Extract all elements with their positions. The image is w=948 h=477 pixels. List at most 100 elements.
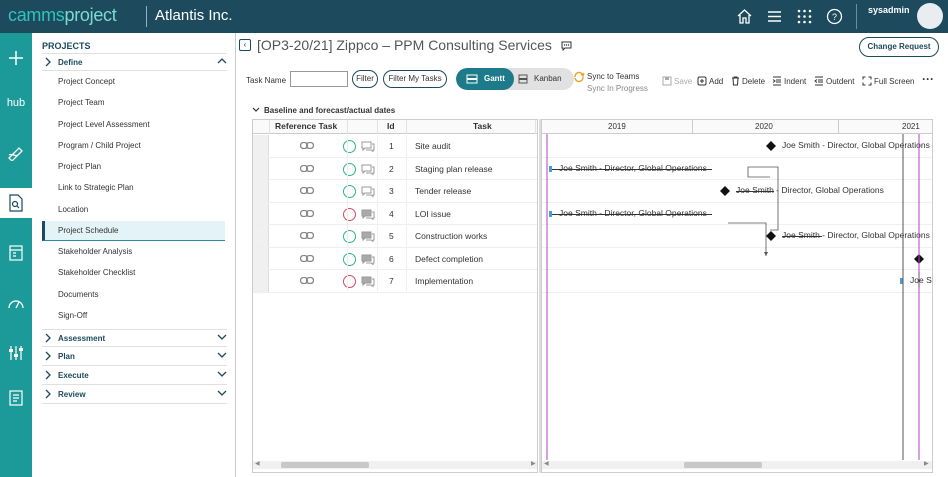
back-button[interactable]: ‹ — [239, 39, 251, 51]
username[interactable]: sysadmin — [868, 5, 910, 15]
task-name[interactable]: Construction works — [415, 231, 487, 241]
comment-icon[interactable] — [561, 41, 572, 51]
table-row[interactable]: 6 Defect completion — [253, 247, 537, 270]
comments-icon[interactable] — [361, 276, 375, 287]
task-name[interactable]: LOI issue — [415, 209, 451, 219]
report-icon[interactable] — [0, 383, 32, 413]
avatar[interactable] — [917, 3, 943, 29]
nav-item-link-strategic-plan[interactable]: Link to Strategic Plan — [42, 178, 225, 198]
column-id[interactable]: Id — [387, 121, 395, 131]
comments-icon[interactable] — [361, 254, 375, 265]
reference-link-icon[interactable] — [300, 164, 314, 172]
row-drag-handle[interactable] — [253, 202, 269, 224]
sync-to-teams-label[interactable]: Sync to Teams — [587, 72, 639, 81]
comments-icon[interactable] — [361, 164, 375, 175]
calendar-icon[interactable] — [0, 238, 32, 268]
nav-group-execute[interactable]: Execute — [42, 367, 227, 385]
add-icon[interactable] — [0, 43, 32, 73]
reference-link-icon[interactable] — [300, 277, 314, 284]
document-search-icon[interactable] — [0, 188, 32, 218]
hub-icon[interactable]: hub — [0, 88, 32, 118]
indent-button[interactable]: Indent — [772, 76, 806, 86]
filter-my-tasks-button[interactable]: Filter My Tasks — [383, 70, 447, 88]
outdent-button[interactable]: Outdent — [814, 76, 854, 86]
change-request-button[interactable]: Change Request — [859, 37, 939, 57]
comments-icon[interactable] — [361, 209, 375, 220]
nav-item-sign-off[interactable]: Sign-Off — [42, 306, 225, 326]
grid-horizontal-scrollbar[interactable]: ◀ ▶ — [253, 461, 537, 469]
column-reference-task[interactable]: Reference Task — [275, 121, 337, 131]
apps-grid-icon[interactable] — [796, 8, 813, 25]
full-screen-button[interactable]: Full Screen — [862, 76, 914, 86]
comments-icon[interactable] — [361, 231, 375, 242]
column-task[interactable]: Task — [473, 121, 492, 131]
more-options-icon[interactable]: ··· — [922, 72, 934, 86]
pen-icon[interactable] — [0, 138, 32, 168]
table-row[interactable]: 3 Tender release — [253, 180, 537, 203]
task-name[interactable]: Staging plan release — [415, 164, 493, 174]
menu-icon[interactable] — [766, 8, 783, 25]
chart-scroll-thumb[interactable] — [684, 462, 762, 468]
nav-item-stakeholder-checklist[interactable]: Stakeholder Checklist — [42, 263, 225, 283]
nav-item-project-plan[interactable]: Project Plan — [42, 157, 225, 177]
task-name[interactable]: Implementation — [415, 276, 473, 286]
nav-item-documents[interactable]: Documents — [42, 285, 225, 305]
comments-icon[interactable] — [361, 186, 375, 197]
trash-icon — [732, 76, 739, 86]
nav-title: PROJECTS — [42, 41, 91, 51]
nav-item-project-concept[interactable]: Project Concept — [42, 72, 225, 92]
nav-item-project-level-assessment[interactable]: Project Level Assessment — [42, 115, 225, 135]
row-drag-handle[interactable] — [253, 225, 269, 247]
nav-item-stakeholder-analysis[interactable]: Stakeholder Analysis — [42, 242, 225, 262]
app-logo[interactable]: cammsproject — [8, 5, 117, 26]
help-icon[interactable]: ? — [826, 8, 843, 25]
table-row[interactable]: 7 Implementation — [253, 270, 537, 293]
nav-group-plan[interactable]: Plan — [42, 348, 227, 366]
nav-group-assessment[interactable]: Assessment — [42, 329, 227, 347]
table-row[interactable]: 2 Staging plan release — [253, 157, 537, 180]
page-title: [OP3-20/21] Zippco – PPM Consulting Serv… — [257, 37, 552, 53]
grid-scroll-thumb[interactable] — [281, 462, 369, 468]
nav-group-review[interactable]: Review — [42, 386, 227, 404]
task-id: 1 — [389, 141, 394, 151]
row-drag-handle[interactable] — [253, 135, 269, 157]
svg-text:?: ? — [832, 12, 837, 22]
reference-link-icon[interactable] — [300, 254, 314, 262]
row-drag-handle[interactable] — [253, 180, 269, 202]
table-row[interactable]: 4 LOI issue — [253, 202, 537, 225]
chevron-right-icon — [45, 333, 51, 343]
reference-link-icon[interactable] — [300, 209, 314, 217]
row-drag-handle[interactable] — [253, 157, 269, 179]
filter-button[interactable]: Filter — [352, 70, 378, 88]
gauge-icon[interactable] — [0, 288, 32, 318]
nav-item-project-schedule[interactable]: Project Schedule — [42, 221, 225, 241]
comments-icon[interactable] — [361, 141, 375, 152]
reference-link-icon[interactable] — [300, 142, 314, 149]
task-name[interactable]: Site audit — [415, 141, 450, 151]
fullscreen-icon — [862, 76, 872, 86]
task-name-input[interactable] — [290, 71, 348, 87]
reference-link-icon[interactable] — [300, 187, 314, 194]
nav-group-define[interactable]: Define — [42, 53, 227, 71]
save-button[interactable]: Save — [662, 76, 692, 86]
task-name[interactable]: Defect completion — [415, 254, 483, 264]
chart-horizontal-scrollbar[interactable]: ◀ ▶ — [542, 461, 932, 469]
table-row[interactable]: 5 Construction works — [253, 225, 537, 248]
table-row[interactable]: 1 Site audit — [253, 135, 537, 158]
delete-button[interactable]: Delete — [731, 76, 765, 86]
sliders-icon[interactable] — [0, 338, 32, 368]
sync-icon[interactable] — [573, 71, 585, 83]
nav-item-program-child-project[interactable]: Program / Child Project — [42, 136, 225, 156]
chevron-down-icon[interactable] — [252, 106, 260, 114]
home-icon[interactable] — [736, 8, 753, 25]
nav-item-location[interactable]: Location — [42, 200, 225, 220]
gantt-view-button[interactable]: Gantt — [456, 68, 514, 90]
reference-link-icon[interactable] — [300, 232, 314, 239]
add-task-button[interactable]: Add — [697, 76, 723, 86]
kanban-view-button[interactable]: Kanban — [514, 68, 574, 90]
task-name[interactable]: Tender release — [415, 186, 471, 196]
dependency-link — [728, 222, 767, 256]
row-drag-handle[interactable] — [253, 247, 269, 269]
row-drag-handle[interactable] — [253, 270, 269, 292]
nav-item-project-team[interactable]: Project Team — [42, 93, 225, 113]
